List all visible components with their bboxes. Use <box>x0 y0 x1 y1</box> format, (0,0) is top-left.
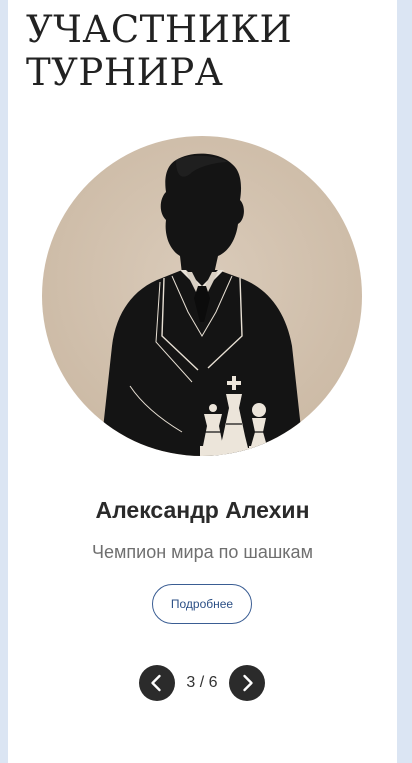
next-button[interactable] <box>229 665 265 701</box>
more-details-button[interactable]: Подробнее <box>152 584 252 624</box>
section-title: УЧАСТНИКИ ТУРНИРА <box>26 8 293 94</box>
silhouette-illustration <box>42 136 362 456</box>
previous-button[interactable] <box>139 665 175 701</box>
player-name: Александр Алехин <box>95 497 310 523</box>
carousel-pager: 3 / 6 <box>8 665 397 701</box>
player-title: Чемпион мира по шашкам <box>92 542 313 562</box>
chevron-right-icon <box>243 674 253 692</box>
slide-counter: 3 / 6 <box>186 674 218 691</box>
chevron-left-icon <box>151 674 161 692</box>
participants-panel: УЧАСТНИКИ ТУРНИРА Александр Алехин Чемпи… <box>8 0 397 763</box>
player-portrait <box>42 136 362 456</box>
